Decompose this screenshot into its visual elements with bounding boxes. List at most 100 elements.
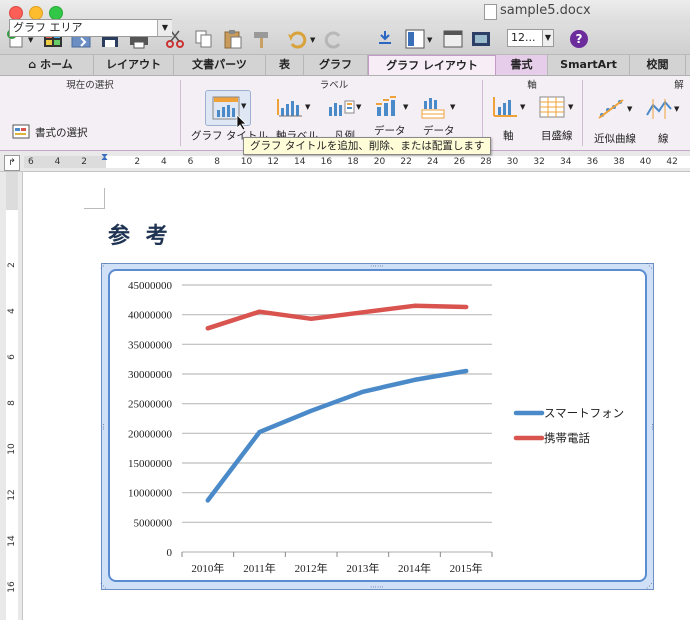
format-painter-icon[interactable] xyxy=(251,28,273,50)
redo-icon[interactable] xyxy=(323,28,345,50)
ruler-number: 14 xyxy=(294,157,306,167)
paste-icon[interactable] xyxy=(222,28,244,50)
y-tick-label: 0 xyxy=(167,547,173,559)
group-label-axes: 軸 xyxy=(527,80,537,91)
ruler-number: 30 xyxy=(506,157,519,167)
copy-icon[interactable] xyxy=(193,28,215,50)
format-selection-label[interactable]: 書式の選択 xyxy=(35,125,88,140)
tab-smartart[interactable]: SmartArt xyxy=(548,55,630,75)
ribbon-separator xyxy=(180,80,181,146)
resize-handle-left[interactable]: ⋮ xyxy=(100,423,107,431)
tab-charts[interactable]: グラフ xyxy=(304,55,368,75)
data-labels-label: データ xyxy=(374,125,406,137)
ruler-number: 42 xyxy=(666,157,678,167)
margin-corner-mark xyxy=(84,188,105,209)
series-line xyxy=(205,303,469,331)
trendline-label: 近似曲線 xyxy=(594,133,636,145)
y-tick-label: 20000000 xyxy=(128,428,173,440)
y-tick-label: 40000000 xyxy=(128,310,173,322)
vertical-ruler-number: 8 xyxy=(7,400,17,406)
ruler-number: 24 xyxy=(427,157,439,167)
line-chart[interactable]: 0 5000000 10000000 15000000 20000000 25000000… xyxy=(108,269,647,582)
ribbon-separator xyxy=(582,80,583,146)
lines-label: 線 xyxy=(658,133,669,145)
document-icon xyxy=(484,4,497,20)
lines-icon xyxy=(646,99,672,119)
legend-label: 携帯電話 xyxy=(544,431,590,445)
chart-element-select[interactable]: グラフ エリア xyxy=(9,19,172,37)
y-tick-label: 30000000 xyxy=(128,369,173,381)
data-table-button[interactable]: ▼ xyxy=(420,95,455,122)
ruler-number: 40 xyxy=(639,157,652,167)
ruler-number: 4 xyxy=(54,157,61,167)
ruler-number: 6 xyxy=(28,157,34,167)
tab-tables[interactable]: 表 xyxy=(266,55,304,75)
tab-chart-layout[interactable]: グラフ レイアウト xyxy=(368,55,496,75)
y-tick-label: 15000000 xyxy=(128,458,173,470)
y-tick-label: 5000000 xyxy=(134,517,173,529)
chart-title-dropdown-icon: ▼ xyxy=(241,102,247,110)
gridlines-button[interactable]: ▼ xyxy=(538,95,573,122)
ruler-number: 34 xyxy=(560,157,572,167)
y-tick-label: 10000000 xyxy=(128,488,173,500)
tab-format[interactable]: 書式 xyxy=(496,55,548,75)
tab-layout[interactable]: レイアウト xyxy=(94,55,174,75)
resize-handle-top-right[interactable]: ⋱ xyxy=(646,262,653,270)
close-window-button[interactable] xyxy=(9,6,23,20)
ruler-number: 20 xyxy=(373,157,386,167)
tab-home[interactable]: ⌂ ホーム xyxy=(8,55,94,75)
help-button[interactable]: ? xyxy=(570,30,588,48)
ruler-number: 4 xyxy=(161,157,167,167)
x-tick-label: 2011年 xyxy=(243,561,276,575)
indent-marker-icon[interactable]: ⧗ xyxy=(101,152,108,163)
trendline-button[interactable]: ▼ xyxy=(596,97,632,124)
axes-label: 軸 xyxy=(503,130,514,142)
resize-handle-top-left[interactable]: ⋰ xyxy=(100,262,107,270)
series-line xyxy=(205,368,469,503)
x-tick-label: 2014年 xyxy=(398,561,431,575)
ruler-number: 38 xyxy=(613,157,625,167)
chart-title-tooltip: グラフ タイトルを追加、削除、または配置します xyxy=(243,137,492,155)
trendline-icon xyxy=(598,99,624,119)
vertical-ruler-number: 6 xyxy=(7,354,17,360)
x-tick-label: 2010年 xyxy=(191,561,224,575)
undo-icon[interactable] xyxy=(286,28,308,50)
group-label-labels: ラベル xyxy=(319,80,349,91)
axes-button[interactable]: ▼ xyxy=(490,95,525,122)
resize-handle-right[interactable]: ⋮ xyxy=(649,423,656,431)
tab-stop-selector[interactable]: ↱ xyxy=(4,155,20,171)
toolbox-icon[interactable] xyxy=(442,28,464,50)
zoom-dropdown-icon[interactable]: ▼ xyxy=(542,29,554,47)
media-browser-icon[interactable] xyxy=(470,28,492,50)
tab-review[interactable]: 校閲 xyxy=(630,55,686,75)
axis-labels-button[interactable]: ▼ xyxy=(275,95,310,122)
line-spacing-icon[interactable] xyxy=(374,28,396,50)
resize-handle-bottom-right[interactable]: ⋰ xyxy=(646,582,653,590)
y-tick-label: 45000000 xyxy=(128,280,173,292)
undo-dropdown-icon[interactable]: ▼ xyxy=(310,36,318,44)
format-selection-icon[interactable] xyxy=(12,124,30,139)
chart-element-dropdown-icon[interactable]: ▼ xyxy=(157,20,172,36)
legend-label: スマートフォン xyxy=(544,408,624,420)
data-table-icon xyxy=(421,98,445,119)
view-dropdown-icon[interactable]: ▼ xyxy=(427,36,435,44)
vertical-ruler-number: 2 xyxy=(7,262,17,268)
ruler-number: 36 xyxy=(586,157,599,167)
zoom-field[interactable]: 12... xyxy=(507,29,543,47)
legend-button[interactable]: ▼ xyxy=(326,95,361,122)
document-heading[interactable]: 参 考 xyxy=(108,218,172,250)
new-dropdown-icon[interactable]: ▼ xyxy=(28,36,36,44)
resize-handle-bottom-left[interactable]: ⋱ xyxy=(100,582,107,590)
view-layout-icon[interactable] xyxy=(404,28,426,50)
minimize-window-button[interactable] xyxy=(29,6,43,20)
tab-document-elements[interactable]: 文書パーツ xyxy=(174,55,266,75)
x-tick-label: 2012年 xyxy=(295,561,328,575)
ruler-number: 28 xyxy=(480,157,492,167)
zoom-window-button[interactable] xyxy=(49,6,63,20)
data-table-label: データ xyxy=(423,125,455,137)
data-labels-button[interactable]: ▼ xyxy=(373,95,408,122)
axes-icon xyxy=(493,97,517,117)
resize-handle-bottom[interactable]: ⋯⋯ xyxy=(370,583,384,591)
lines-button[interactable]: ▼ xyxy=(644,97,679,124)
ruler-number: 22 xyxy=(400,157,412,167)
